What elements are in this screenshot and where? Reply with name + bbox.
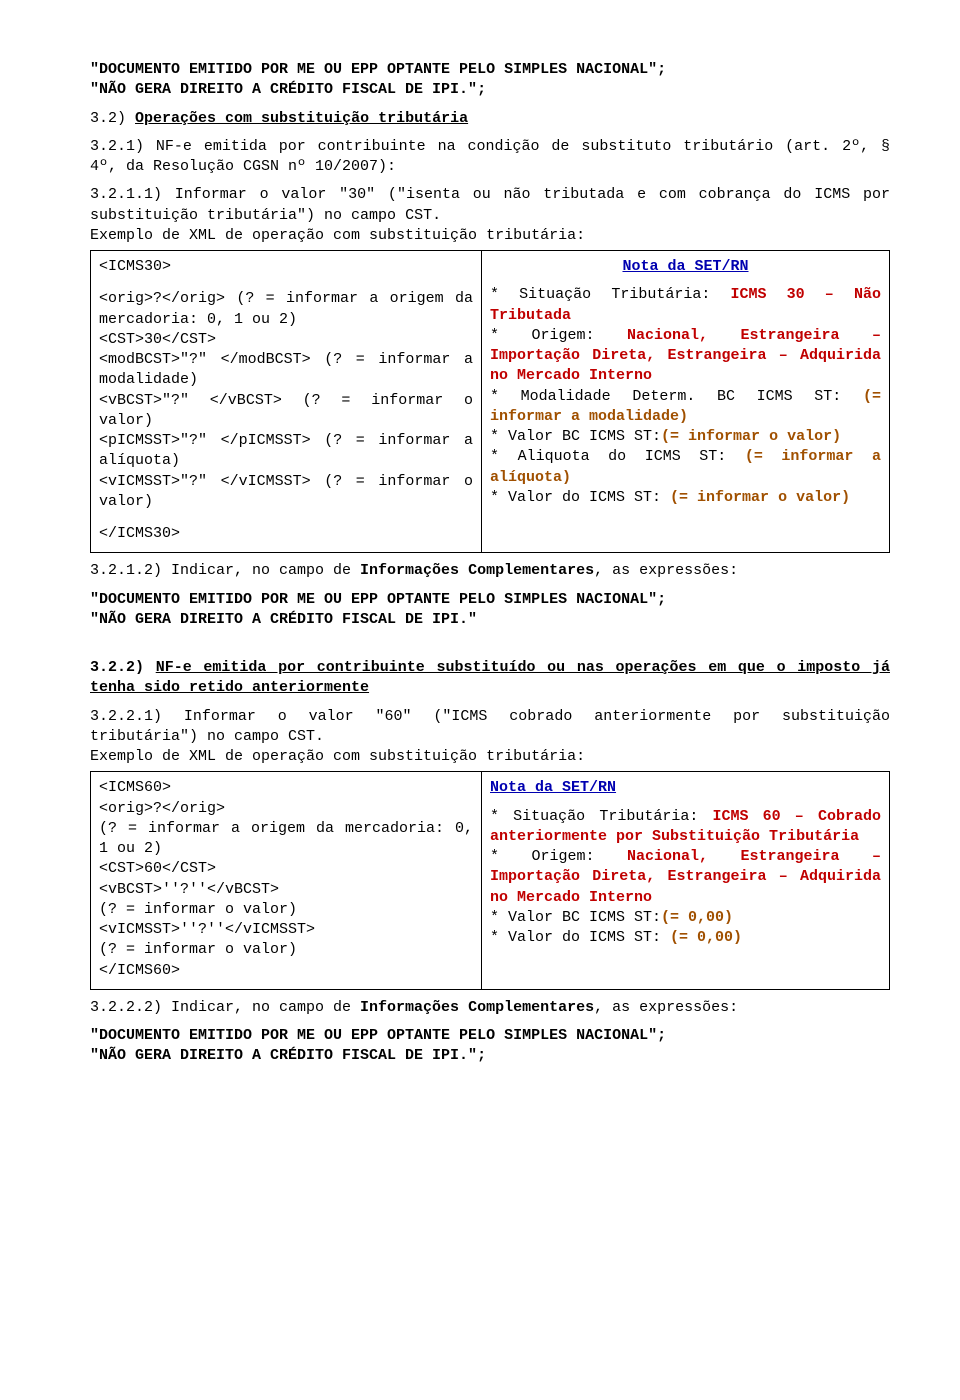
repeat-2-l2: "NÃO GERA DIREITO A CRÉDITO FISCAL DE IP… (90, 1046, 890, 1066)
section-3-2-2-2: 3.2.2.2) Indicar, no campo de Informaçõe… (90, 998, 890, 1018)
t: 3.2.2.2) Indicar, no campo de (90, 999, 360, 1016)
section-3-2-1-2: 3.2.1.2) Indicar, no campo de Informaçõe… (90, 561, 890, 581)
top-line-1: "DOCUMENTO EMITIDO POR ME OU EPP OPTANTE… (90, 60, 890, 80)
t: , as expressões: (594, 562, 738, 579)
nota-right: Nota da SET/RN * Situação Tributária: IC… (482, 251, 889, 552)
t: ) no campo CST. (189, 728, 324, 745)
xml-box-2: <ICMS60> <orig>?</orig> (? = informar a … (90, 771, 890, 990)
t: 3.2.1.1) Informar o valor "30" ( (90, 186, 397, 203)
sec-title: NF-e emitida por contribuinte substituíd… (90, 659, 890, 696)
nota-line: * Valor BC ICMS ST:(= 0,00) (490, 908, 881, 928)
section-3-2-1-1: 3.2.1.1) Informar o valor "30" ("isenta … (90, 185, 890, 226)
xml-line: </ICMS30> (99, 524, 473, 544)
xml-line: <vBCST>"?" </vBCST> (? = informar o valo… (99, 391, 473, 432)
nota-line: * Valor BC ICMS ST:(= informar o valor) (490, 427, 881, 447)
nota-line: * Origem: Nacional, Estrangeira – Import… (490, 847, 881, 908)
nota-title-2: Nota da SET/RN (490, 779, 616, 796)
top-line-2: "NÃO GERA DIREITO A CRÉDITO FISCAL DE IP… (90, 80, 890, 100)
nota-line: * Aliquota do ICMS ST: (= informar a alí… (490, 447, 881, 488)
xml-line: <CST>60</CST> (99, 859, 473, 879)
xml-line: <vICMSST>"?" </vICMSST> (? = informar o … (99, 472, 473, 513)
sec-title: Operações com substituição tributária (135, 110, 468, 127)
xml-line: <vBCST>''?''</vBCST> (99, 880, 473, 900)
example-label-2: Exemplo de XML de operação com substitui… (90, 747, 890, 767)
xml-box-1: <ICMS30> <orig>?</orig> (? = informar a … (90, 250, 890, 553)
t: , as expressões: (594, 999, 738, 1016)
t: ) no campo CST. (306, 207, 441, 224)
xml-left: <ICMS30> <orig>?</orig> (? = informar a … (91, 251, 482, 552)
section-3-2-2: 3.2.2) NF-e emitida por contribuinte sub… (90, 658, 890, 699)
xml-left-2: <ICMS60> <orig>?</orig> (? = informar a … (91, 772, 482, 989)
xml-line: </ICMS60> (99, 961, 473, 981)
xml-line: <CST>30</CST> (99, 330, 473, 350)
nota-line: * Valor do ICMS ST: (= 0,00) (490, 928, 881, 948)
nota-line: * Situação Tributária: ICMS 60 – Cobrado… (490, 807, 881, 848)
xml-line: <ICMS60> (99, 778, 473, 798)
nota-line: * Situação Tributária: ICMS 30 – Não Tri… (490, 285, 881, 326)
nota-line: * Origem: Nacional, Estrangeira – Import… (490, 326, 881, 387)
nota-title: Nota da SET/RN (622, 258, 748, 275)
info-comp-2: Informações Complementares (360, 999, 594, 1016)
sec-num: 3.2) (90, 110, 126, 127)
example-label: Exemplo de XML de operação com substitui… (90, 226, 890, 246)
xml-line: <pICMSST>"?" </pICMSST> (? = informar a … (99, 431, 473, 472)
xml-line: <orig>?</orig> (99, 799, 473, 819)
info-comp: Informações Complementares (360, 562, 594, 579)
t: 3.2.1.2) Indicar, no campo de (90, 562, 360, 579)
sec-num: 3.2.2) (90, 659, 144, 676)
nota-line: * Modalidade Determ. BC ICMS ST: (= info… (490, 387, 881, 428)
xml-line: <modBCST>"?" </modBCST> (? = informar a … (99, 350, 473, 391)
xml-line: <orig>?</orig> (? = informar a origem da… (99, 289, 473, 330)
nota-right-2: Nota da SET/RN * Situação Tributária: IC… (482, 772, 889, 989)
t: 3.2.2.1) Informar o valor "60" ( (90, 708, 442, 725)
nota-line: * Valor do ICMS ST: (= informar o valor) (490, 488, 881, 508)
section-3-2: 3.2) Operações com substituição tributár… (90, 109, 890, 129)
xml-line: (? = informar o valor) (99, 900, 473, 920)
section-3-2-1: 3.2.1) NF-e emitida por contribuinte na … (90, 137, 890, 178)
repeat-2-l1: "DOCUMENTO EMITIDO POR ME OU EPP OPTANTE… (90, 1026, 890, 1046)
xml-line: <ICMS30> (99, 257, 473, 277)
repeat-1-l1: "DOCUMENTO EMITIDO POR ME OU EPP OPTANTE… (90, 590, 890, 610)
section-3-2-2-1: 3.2.2.1) Informar o valor "60" ("ICMS co… (90, 707, 890, 748)
xml-line: (? = informar a origem da mercadoria: 0,… (99, 819, 473, 860)
xml-line: (? = informar o valor) (99, 940, 473, 960)
repeat-1-l2: "NÃO GERA DIREITO A CRÉDITO FISCAL DE IP… (90, 610, 890, 630)
xml-line: <vICMSST>''?''</vICMSST> (99, 920, 473, 940)
